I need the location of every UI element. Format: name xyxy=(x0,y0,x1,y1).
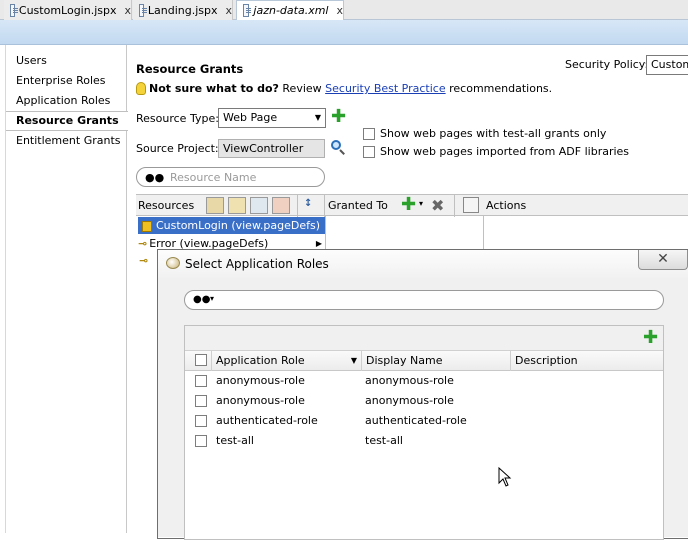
roles-table-header: Application Role ▼ Display Name Descript… xyxy=(185,351,663,371)
resource-name: CustomLogin (view.pageDefs) xyxy=(156,219,321,232)
tab-label: Landing.jspx xyxy=(147,3,218,17)
row-checkbox[interactable] xyxy=(195,395,207,407)
column-header-display-name[interactable]: Display Name xyxy=(362,351,511,371)
add-resource-type-icon[interactable]: ✚ xyxy=(331,108,346,126)
table-row[interactable]: anonymous-role anonymous-role xyxy=(185,371,663,391)
xml-document-icon xyxy=(243,4,252,17)
security-policy-select[interactable]: CustomL xyxy=(646,55,688,75)
lightbulb-icon xyxy=(136,82,146,95)
binoculars-icon: ●● xyxy=(193,294,211,305)
add-grantee-icon[interactable]: ✚ xyxy=(401,196,416,214)
tab-label: jazn-data.xml xyxy=(253,4,329,17)
resource-type-label: Resource Type: xyxy=(136,112,219,125)
role-cell: authenticated-role xyxy=(216,414,318,427)
dialog-title-bar: Select Application Roles ✕ xyxy=(158,250,688,278)
document-icon xyxy=(139,3,147,17)
row-checkbox[interactable] xyxy=(195,415,207,427)
roles-table-panel: ✚ Application Role ▼ Display Name Descri… xyxy=(184,325,664,540)
column-label: Application Role xyxy=(216,354,305,367)
sort-icon[interactable]: ↕ xyxy=(304,198,312,209)
resource-row-customlogin[interactable]: CustomLogin (view.pageDefs) xyxy=(138,217,325,234)
actions-icon[interactable] xyxy=(463,197,479,213)
roles-table-toolbar: ✚ xyxy=(185,326,663,351)
best-practice-hint: Not sure what to do? Review Security Bes… xyxy=(136,82,552,95)
close-icon[interactable]: x xyxy=(336,4,343,17)
search-icon[interactable] xyxy=(330,139,346,155)
tab-label: CustomLogin.jspx xyxy=(18,3,117,17)
editor-header-band xyxy=(0,20,688,45)
source-project-label: Source Project: xyxy=(136,142,219,155)
display-name-cell: authenticated-role xyxy=(365,414,467,427)
select-application-roles-dialog: Select Application Roles ✕ ●● ▾ ✚ Applic… xyxy=(157,249,688,540)
close-icon[interactable]: x xyxy=(124,4,131,17)
grants-grid-header: Resources ↕ Granted To ✚ ▾ ✖ Actions xyxy=(136,194,688,217)
resources-column-label: Resources xyxy=(138,199,195,212)
tab-customlogin[interactable]: CustomLogin.jspx x xyxy=(4,0,132,20)
tab-jazn-data[interactable]: jazn-data.xml x xyxy=(236,0,344,20)
nav-item-users[interactable]: Users xyxy=(16,54,47,67)
editor-tab-bar: CustomLogin.jspx x Landing.jspx x jazn-d… xyxy=(0,0,688,20)
close-icon[interactable]: x xyxy=(225,4,232,17)
delete-icon[interactable]: ✖ xyxy=(431,196,444,215)
hint-review: Review xyxy=(282,82,322,95)
role-cell: test-all xyxy=(216,434,254,447)
search-placeholder: Resource Name xyxy=(170,171,257,184)
security-policy-label: Security Policy: xyxy=(565,58,649,71)
table-row[interactable]: test-all test-all xyxy=(185,431,663,451)
dialog-search-input[interactable]: ●● ▾ xyxy=(184,290,664,310)
nav-item-resource-grants[interactable]: Resource Grants xyxy=(6,111,128,131)
chevron-down-icon[interactable]: ▾ xyxy=(419,199,423,208)
resource-type-value: Web Page xyxy=(223,111,278,124)
key-icon: ⊸ xyxy=(138,237,148,250)
app-icon xyxy=(166,257,180,269)
row-checkbox[interactable] xyxy=(195,435,207,447)
key-icon: ⊸ xyxy=(139,254,149,267)
nav-item-entitlement-grants[interactable]: Entitlement Grants xyxy=(16,134,121,147)
row-checkbox[interactable] xyxy=(195,375,207,387)
nav-item-enterprise-roles[interactable]: Enterprise Roles xyxy=(16,74,106,87)
resource-type-select[interactable]: Web Page ▼ xyxy=(218,108,326,128)
select-all-checkbox[interactable] xyxy=(195,354,207,366)
select-all-cell xyxy=(185,351,212,371)
page-title: Resource Grants xyxy=(136,62,244,76)
chevron-down-icon: ▼ xyxy=(314,113,321,122)
lock-filter-icon[interactable] xyxy=(206,197,224,214)
granted-to-column-label: Granted To xyxy=(328,199,388,212)
show-test-all-label: Show web pages with test-all grants only xyxy=(380,127,607,140)
actions-column-label: Actions xyxy=(486,199,527,212)
table-row[interactable]: authenticated-role authenticated-role xyxy=(185,411,663,431)
left-navigation: Users Enterprise Roles Application Roles… xyxy=(5,45,128,533)
dialog-close-button[interactable]: ✕ xyxy=(638,250,688,270)
add-role-icon[interactable]: ✚ xyxy=(643,329,658,347)
chevron-down-icon[interactable]: ▾ xyxy=(210,294,214,303)
hint-prefix: Not sure what to do? xyxy=(149,82,279,95)
role-cell: anonymous-role xyxy=(216,394,305,407)
source-project-field: ViewController xyxy=(218,139,325,158)
show-adf-checkbox[interactable] xyxy=(363,146,375,158)
no-grant-filter-icon[interactable] xyxy=(272,197,290,214)
show-test-all-checkbox[interactable] xyxy=(363,128,375,140)
dialog-title: Select Application Roles xyxy=(185,257,329,271)
tab-landing[interactable]: Landing.jspx x xyxy=(133,0,233,20)
security-best-practice-link[interactable]: Security Best Practice xyxy=(325,82,445,95)
key-filter-icon[interactable] xyxy=(228,197,246,214)
resource-search-input[interactable]: ●● Resource Name xyxy=(136,167,325,187)
sort-desc-icon: ▼ xyxy=(350,356,357,365)
display-name-cell: test-all xyxy=(365,434,403,447)
document-icon xyxy=(10,3,18,17)
display-name-cell: anonymous-role xyxy=(365,394,454,407)
nav-item-application-roles[interactable]: Application Roles xyxy=(16,94,110,107)
lock-icon xyxy=(142,220,152,232)
show-adf-label: Show web pages imported from ADF librari… xyxy=(380,145,630,158)
binoculars-icon: ●● xyxy=(145,171,165,184)
column-header-application-role[interactable]: Application Role ▼ xyxy=(212,351,362,371)
display-name-cell: anonymous-role xyxy=(365,374,454,387)
role-cell: anonymous-role xyxy=(216,374,305,387)
table-row[interactable]: anonymous-role anonymous-role xyxy=(185,391,663,411)
hint-suffix: recommendations. xyxy=(449,82,553,95)
column-header-description[interactable]: Description xyxy=(511,351,663,371)
grid-filter-icon[interactable] xyxy=(250,197,268,214)
mouse-cursor-icon xyxy=(498,467,512,487)
